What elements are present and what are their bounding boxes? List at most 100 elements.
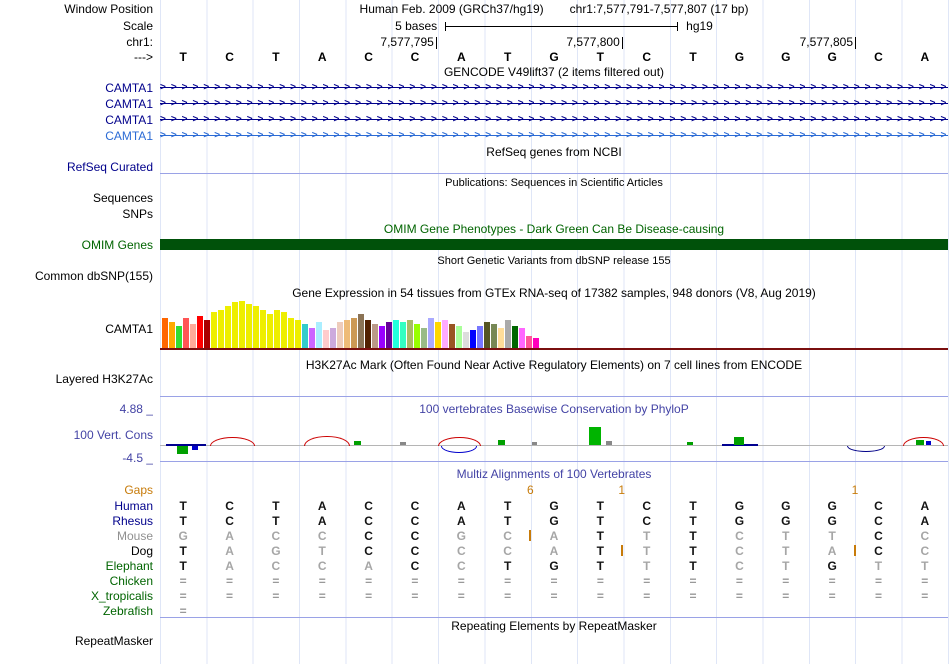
- aligned-base: A: [225, 529, 234, 543]
- aligned-base: C: [642, 499, 652, 513]
- aligned-base: =: [179, 604, 187, 618]
- gtex-tissue-bar: [351, 318, 357, 348]
- alignment-row-chicken[interactable]: = = = = = = = = = = = = = = = = =: [160, 574, 948, 588]
- gtex-tissue-bar: [197, 316, 203, 348]
- gaps-label[interactable]: Gaps: [0, 483, 153, 497]
- aligned-base: =: [643, 589, 651, 603]
- species-label-chicken[interactable]: Chicken: [0, 574, 153, 588]
- aligned-base: G: [827, 559, 837, 573]
- coordinate-tick: [621, 37, 623, 49]
- sequences-label[interactable]: Sequences: [0, 191, 153, 205]
- gtex-expression-track[interactable]: [160, 300, 948, 348]
- alignment-row-elephant[interactable]: TACCACCTGTTTCTGTT: [160, 559, 948, 573]
- aligned-base: [531, 604, 577, 618]
- omim-genes-label[interactable]: OMIM Genes: [0, 238, 153, 252]
- aligned-base: A: [456, 499, 466, 513]
- alignment-row-human[interactable]: TCTACCATGTCTGGGCA: [160, 499, 948, 513]
- gtex-tissue-bar: [316, 322, 322, 348]
- alignment-row-x_tropicalis[interactable]: = = = = = = = = = = = = = = = = =: [160, 589, 948, 603]
- aligned-base: =: [782, 574, 790, 588]
- species-label-elephant[interactable]: Elephant: [0, 559, 153, 573]
- gtex-gene-label[interactable]: CAMTA1: [0, 322, 153, 336]
- phylop-mark: [687, 442, 694, 445]
- aligned-base: =: [596, 589, 604, 603]
- phylop-mark: [916, 440, 924, 445]
- aligned-base: =: [874, 589, 882, 603]
- aligned-base: C: [874, 499, 883, 513]
- alignment-row-mouse[interactable]: GACCCCGCATTTCTTCC: [160, 529, 948, 543]
- aligned-base: A: [317, 514, 327, 528]
- aligned-base: A: [225, 544, 234, 558]
- phylop-mark: [440, 446, 478, 453]
- transcript-exon-line[interactable]: >>>>>>>>>>>>>>>>>>>>>>>>>>>>>>>>>>>>>>>>…: [160, 81, 948, 94]
- aligned-base: T: [596, 499, 605, 513]
- aligned-base: T: [272, 499, 280, 513]
- aligned-base: A: [920, 514, 930, 528]
- aligned-base: T: [503, 559, 512, 573]
- aligned-base: [809, 604, 855, 618]
- aligned-base: =: [921, 589, 929, 603]
- aligned-base: C: [920, 529, 930, 543]
- gtex-tissue-bar: [512, 326, 518, 348]
- gaps-track[interactable]: 6 1 1: [160, 483, 948, 497]
- reference-sequence-track[interactable]: TCTACCATGTCTGGGCA: [160, 50, 948, 65]
- aligned-base: C: [364, 544, 373, 558]
- strand-arrows: >>>>>>>>>>>>>>>>>>>>>>>>>>>>>>>>>>>>>>>>…: [160, 82, 948, 93]
- transcript-exon-line[interactable]: >>>>>>>>>>>>>>>>>>>>>>>>>>>>>>>>>>>>>>>>…: [160, 97, 948, 110]
- gene-label-camta1[interactable]: CAMTA1: [0, 97, 153, 111]
- alignment-row-rhesus[interactable]: TCTACCATGTCTGGGCA: [160, 514, 948, 528]
- omim-gene-bar[interactable]: [160, 239, 948, 250]
- track-separator-line: [160, 173, 948, 174]
- species-label-rhesus[interactable]: Rhesus: [0, 514, 153, 528]
- h3k27ac-label[interactable]: Layered H3K27Ac: [0, 372, 153, 386]
- snps-label[interactable]: SNPs: [0, 207, 153, 221]
- aligned-base: G: [549, 514, 559, 528]
- gene-label-camta1[interactable]: CAMTA1: [0, 81, 153, 95]
- gencode-track-title: GENCODE V49lift37 (2 items filtered out): [443, 65, 665, 79]
- gtex-bar-chart: [162, 300, 539, 348]
- species-label-mouse[interactable]: Mouse: [0, 529, 153, 543]
- sequence-base: T: [689, 50, 697, 64]
- aligned-base: T: [596, 529, 605, 543]
- coordinate-label: 7,577,795: [380, 35, 434, 49]
- aligned-base: [902, 604, 948, 618]
- species-label-dog[interactable]: Dog: [0, 544, 153, 558]
- transcript-exon-line[interactable]: >>>>>>>>>>>>>>>>>>>>>>>>>>>>>>>>>>>>>>>>…: [160, 129, 948, 142]
- aligned-base: =: [874, 574, 882, 588]
- dbsnp-label[interactable]: Common dbSNP(155): [0, 269, 153, 283]
- coordinate-tick: [855, 37, 857, 49]
- species-label-human[interactable]: Human: [0, 499, 153, 513]
- coordinate-ruler[interactable]: 7,577,795 7,577,800 7,577,805: [160, 35, 948, 50]
- phylop-track-label[interactable]: 100 Vert. Cons: [0, 428, 153, 442]
- aligned-base: T: [782, 529, 790, 543]
- gtex-tissue-bar: [442, 320, 448, 348]
- aligned-base: C: [456, 559, 466, 573]
- gene-label-camta1[interactable]: CAMTA1: [0, 113, 153, 127]
- transcript-exon-line[interactable]: >>>>>>>>>>>>>>>>>>>>>>>>>>>>>>>>>>>>>>>>…: [160, 113, 948, 126]
- repeatmasker-label[interactable]: RepeatMasker: [0, 634, 153, 648]
- phylop-mark: [498, 440, 506, 445]
- phylop-conservation-track[interactable]: [160, 395, 948, 461]
- dbsnp-track-title: Short Genetic Variants from dbSNP releas…: [437, 255, 671, 267]
- aligned-base: [253, 604, 299, 618]
- gtex-tissue-bar: [435, 322, 441, 348]
- alignment-row-dog[interactable]: TAGTCCCCATTTCTACC: [160, 544, 948, 558]
- aligned-base: [670, 604, 716, 618]
- gene-label-camta1[interactable]: CAMTA1: [0, 129, 153, 143]
- aligned-base: [206, 604, 252, 618]
- aligned-base: G: [271, 544, 281, 558]
- aligned-base: C: [503, 544, 512, 558]
- transcript-row: CAMTA1 >>>>>>>>>>>>>>>>>>>>>>>>>>>>>>>>>>…: [0, 129, 950, 143]
- species-label-x_tropicalis[interactable]: X_tropicalis: [0, 589, 153, 603]
- aligned-base: T: [179, 499, 187, 513]
- aligned-base: C: [920, 544, 930, 558]
- aligned-base: =: [735, 574, 743, 588]
- track-separator-line: [160, 461, 948, 462]
- aligned-base: T: [318, 544, 326, 558]
- refseq-curated-label[interactable]: RefSeq Curated: [0, 160, 153, 174]
- aligned-base: =: [735, 589, 743, 603]
- alignment-row-zebrafish[interactable]: =: [160, 604, 948, 618]
- aligned-base: =: [643, 574, 651, 588]
- aligned-base: T: [179, 559, 187, 573]
- species-label-zebrafish[interactable]: Zebrafish: [0, 604, 153, 618]
